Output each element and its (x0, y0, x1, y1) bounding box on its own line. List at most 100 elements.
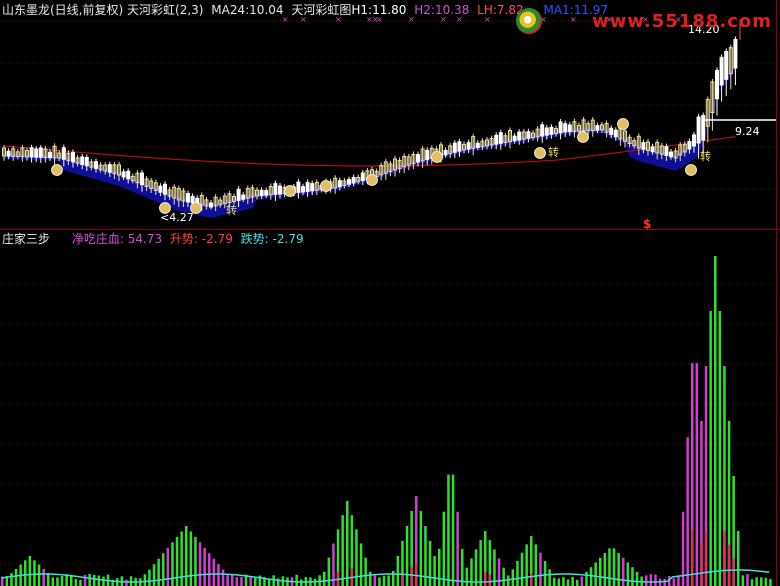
candle-body (61, 147, 66, 160)
indicator-bar (608, 548, 611, 586)
candle-body (84, 156, 89, 167)
candle-body (669, 151, 673, 158)
indicator-bar (88, 574, 91, 586)
indicator-bar (148, 569, 151, 586)
money-bag-icon (366, 174, 378, 186)
indicator-bar (580, 576, 584, 586)
indicator-bar (709, 311, 712, 586)
indicator-bar (755, 577, 758, 586)
candle-body (301, 186, 305, 193)
indicator-bar (198, 542, 202, 586)
indicator-bar (212, 558, 216, 586)
indicator-bar (695, 363, 699, 586)
lh-label: LH: (477, 3, 497, 17)
indicator-bar (585, 571, 588, 586)
indicator-bar (686, 437, 689, 586)
candle-body (494, 134, 499, 145)
indicator-bar (295, 574, 298, 586)
indicator-bar (235, 577, 239, 586)
candle-body (38, 147, 43, 158)
indicator-bar (378, 577, 381, 586)
candle-body (724, 50, 729, 80)
money-bag-icon (534, 147, 546, 159)
candle-body (650, 146, 655, 153)
indicator-bar (392, 571, 395, 586)
candle-body (347, 179, 351, 185)
indicator-bar (272, 575, 275, 586)
indicator-bar (672, 578, 676, 586)
indicator-bar (497, 558, 501, 586)
indicator-bar (226, 575, 229, 586)
indicator-bar (461, 548, 464, 586)
indicator-bar (543, 561, 547, 586)
indicator-bar (373, 575, 377, 586)
indicator-bar (194, 536, 197, 586)
indicator-bar (189, 531, 193, 586)
candle-body (236, 188, 241, 201)
indicator-bar-red (691, 530, 694, 586)
money-bag-icon (431, 151, 443, 163)
candle-body (140, 172, 144, 186)
indicator-bar (438, 548, 441, 586)
indicator-bar (254, 577, 257, 586)
indicator-bar (465, 567, 469, 586)
indicator-bar (525, 544, 528, 586)
indicator-panel[interactable] (0, 256, 772, 586)
candle-body (158, 185, 163, 193)
indicator-bar (534, 544, 538, 586)
indicator-bar (589, 567, 593, 586)
indicator-bar (171, 542, 174, 586)
indicator-bar (28, 556, 32, 586)
candle-body (563, 123, 568, 133)
indicator-bar-red (732, 558, 735, 586)
indicator-name: 天河彩虹(2,3) (127, 3, 204, 17)
chart-canvas: ×××××××××××××××× 14.20<4.279.24转转转$ (0, 0, 780, 586)
indicator-bar (612, 548, 616, 586)
indicator-bar-red (530, 573, 533, 586)
price-panel[interactable]: ×××××××××××××××× (2, 15, 738, 218)
indicator-bar (364, 557, 367, 586)
indicator-bar (396, 556, 400, 586)
candle-body (121, 171, 126, 178)
indicator-bar (405, 526, 409, 586)
indicator-bar (387, 575, 390, 586)
indicator-bar (37, 564, 41, 586)
indicator-bar (152, 564, 156, 586)
chart-name: 天河彩虹图 (291, 3, 352, 17)
stock-title: 山东墨龙(日线,前复权) (2, 3, 124, 17)
candle-body (190, 195, 195, 204)
candle-body (567, 124, 572, 133)
indicator-bar (327, 557, 331, 586)
candle-body (466, 142, 471, 150)
indicator-bar (217, 564, 220, 586)
price-low-label: <4.27 (160, 211, 194, 224)
indicator-bar (599, 557, 602, 586)
indicator-bar (93, 574, 96, 586)
candle-body (360, 172, 365, 181)
candle-body (310, 183, 315, 192)
indicator-bar (750, 579, 754, 586)
candle-body (595, 125, 600, 131)
candle-body (337, 180, 342, 188)
indicator-bar (447, 474, 450, 586)
indicator-bar-red (723, 531, 726, 586)
candle-body (416, 153, 420, 163)
lower-title: 庄家三步 (2, 232, 51, 246)
indicator-bar-red (488, 574, 492, 586)
candle-body (305, 181, 310, 192)
indicator-bar (663, 578, 666, 586)
indicator-bar (631, 567, 634, 586)
candle-body (719, 56, 724, 86)
indicator-bar (433, 556, 436, 586)
candle-body (452, 142, 457, 153)
candle-body (296, 181, 301, 193)
money-bag-icon (320, 180, 332, 192)
candle-body (457, 141, 462, 152)
candle-body (613, 129, 618, 138)
candle-body (540, 124, 545, 137)
f3-label: 跌势: (240, 232, 269, 246)
money-bag-icon (685, 164, 697, 176)
indicator-bar (162, 553, 165, 586)
logo-icon (516, 8, 543, 34)
indicator-bar (576, 579, 579, 586)
